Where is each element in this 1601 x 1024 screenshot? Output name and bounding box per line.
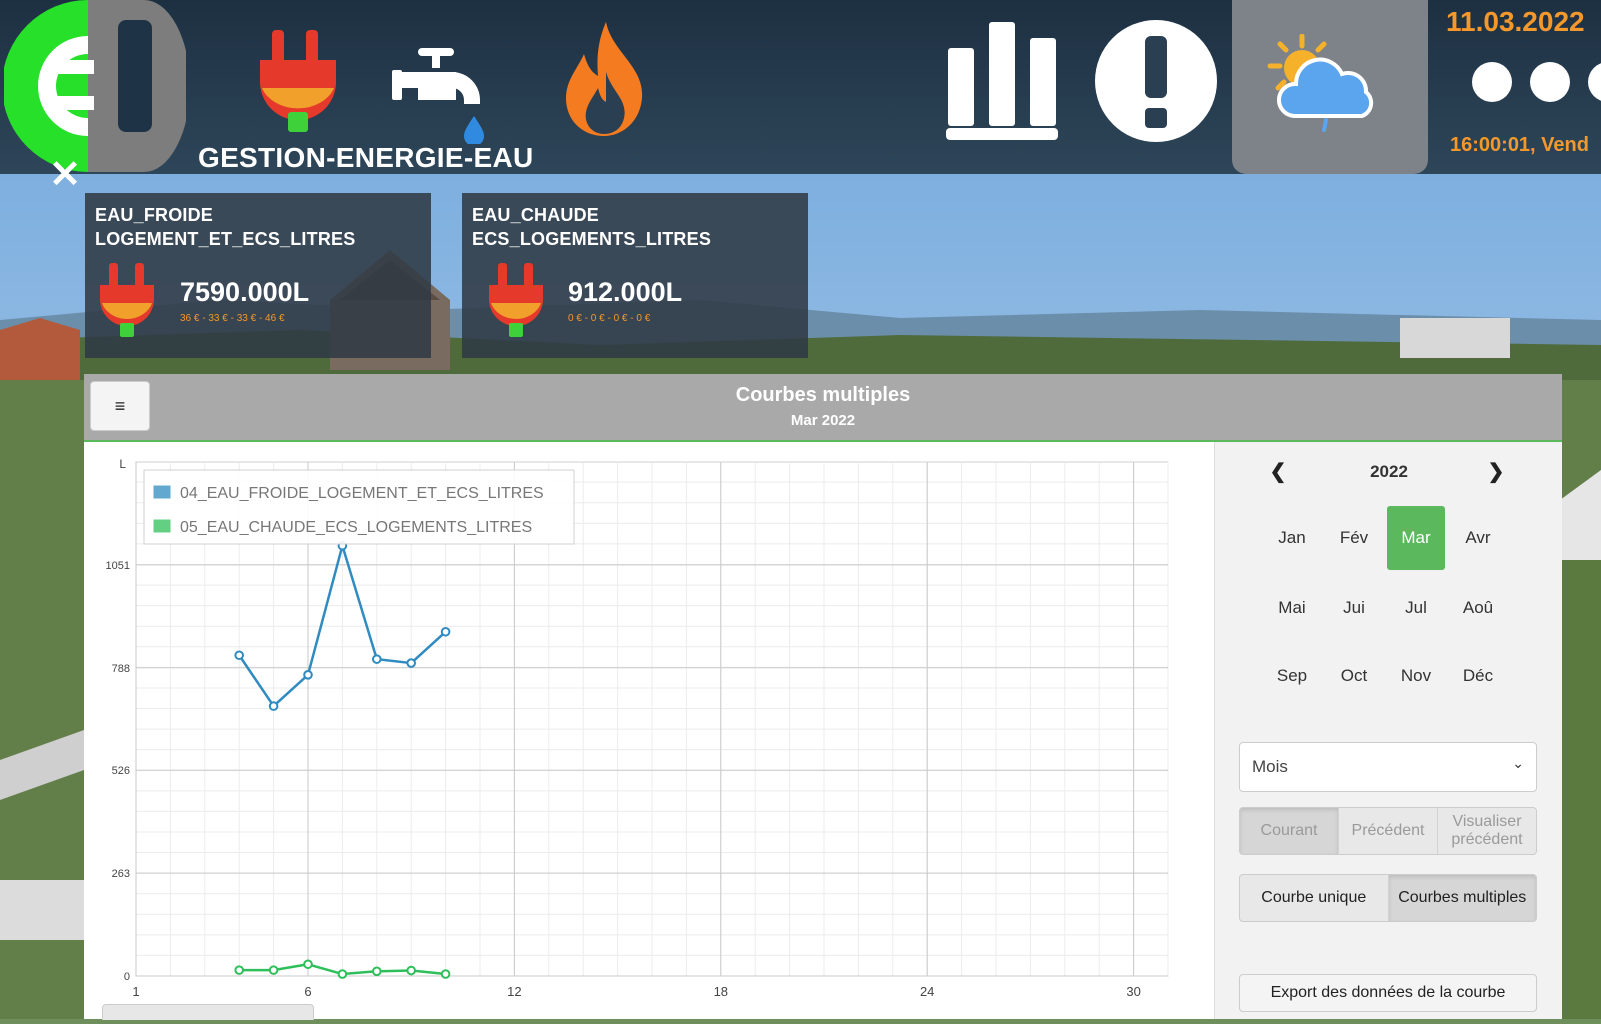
plug-icon: [489, 263, 543, 337]
data-point: [337, 969, 348, 979]
card-title: EAU_CHAUDE ECS_LOGEMENTS_LITRES: [472, 203, 711, 251]
data-point: [303, 669, 313, 680]
month-5[interactable]: Mai: [1263, 576, 1321, 640]
panel-title: Courbes multiples: [735, 384, 911, 406]
legend-label: 05_EAU_CHAUDE_ECS_LOGEMENTS_LITRES: [180, 519, 532, 536]
flame-icon[interactable]: [562, 22, 648, 136]
data-point: [303, 959, 313, 970]
time-display: 16:00:01, Vend: [1450, 134, 1589, 156]
y-tick-label: 263: [112, 868, 130, 880]
meter-card-cold-water[interactable]: EAU_FROIDE LOGEMENT_ET_ECS_LITRES 7590.0…: [85, 193, 431, 358]
single-curve-button[interactable]: Courbe unique: [1240, 875, 1389, 921]
month-11[interactable]: Nov: [1387, 644, 1445, 708]
water-tap-icon[interactable]: [392, 44, 488, 144]
x-tick-label: 18: [714, 984, 728, 999]
month-4[interactable]: Avr: [1449, 506, 1507, 570]
month-1[interactable]: Jan: [1263, 506, 1321, 570]
chevron-down-icon: ⌄: [1512, 755, 1524, 771]
card-value: 7590.000L: [180, 277, 310, 307]
export-data-button[interactable]: Export des données de la courbe: [1239, 974, 1537, 1012]
data-point: [372, 654, 382, 664]
view-previous-button[interactable]: Visualiser précédent: [1438, 808, 1536, 854]
plug-icon[interactable]: [258, 26, 338, 134]
weather-panel[interactable]: [1232, 0, 1428, 174]
data-point: [440, 969, 451, 979]
period-button-group: Courant Précédent Visualiser précédent: [1239, 807, 1537, 855]
bar-chart-icon[interactable]: [946, 22, 1058, 140]
card-title-line1: EAU_CHAUDE: [472, 205, 600, 225]
y-tick-label: 526: [112, 765, 130, 777]
next-year-button[interactable]: ❯: [1483, 458, 1509, 486]
legend-label: 04_EAU_FROIDE_LOGEMENT_ET_ECS_LITRES: [180, 485, 544, 502]
year-label: 2022: [1370, 462, 1408, 481]
x-tick-label: 30: [1126, 984, 1140, 999]
multiple-curves-button[interactable]: Courbes multiples: [1388, 875, 1536, 921]
month-3[interactable]: Mar: [1387, 506, 1445, 570]
month-6[interactable]: Jui: [1325, 576, 1383, 640]
more-dots-icon[interactable]: [1472, 62, 1512, 102]
panel-subtitle: Mar 2022: [790, 412, 856, 429]
period-sidebar: ❮ 2022 ❯ Jan Fév Mar Avr Mai Jui Jul Aoû Sep Oct N…: [1214, 442, 1562, 1019]
card-value: 912.000L: [568, 277, 683, 307]
current-button[interactable]: Courant: [1240, 808, 1339, 854]
data-point: [406, 658, 417, 668]
more-dots-icon[interactable]: [1530, 62, 1570, 102]
month-9[interactable]: Sep: [1263, 644, 1321, 708]
x-tick-label: 12: [507, 984, 521, 999]
y-tick-label: 1051: [106, 560, 130, 572]
data-point: [440, 626, 451, 637]
menu-button[interactable]: ≡: [90, 381, 150, 431]
card-costs: 0 € - 0 € - 0 € - 0 €: [568, 313, 651, 324]
y-axis-label: L: [119, 457, 126, 471]
x-tick-label: 24: [920, 984, 934, 999]
panel-header: Courbes multiples Mar 2022 ≡: [84, 374, 1562, 442]
x-tick-label: 6: [304, 984, 311, 999]
y-tick-label: 0: [124, 971, 130, 983]
data-point: [268, 701, 279, 711]
month-7[interactable]: Jul: [1387, 576, 1445, 640]
chart-legend: 04_EAU_FROIDE_LOGEMENT_ET_ECS_LITRES 05_E…: [143, 469, 575, 545]
more-dots-icon[interactable]: [1588, 62, 1601, 102]
card-title-line2: ECS_LOGEMENTS_LITRES: [472, 229, 712, 249]
data-point: [234, 650, 244, 661]
weather-icon: [1267, 34, 1374, 132]
card-title: EAU_FROIDE LOGEMENT_ET_ECS_LITRES: [95, 203, 355, 251]
month-2[interactable]: Fév: [1325, 506, 1383, 570]
top-bar: ✕ GESTION-ENERGIE-EAU 11.03.2022 16:00:0…: [0, 0, 1601, 194]
month-8[interactable]: Aoû: [1449, 576, 1507, 640]
plug-icon: [100, 263, 154, 337]
data-point: [406, 965, 417, 976]
line-chart[interactable]: 1 6 12 18 24 30 0 263 526 788 1051 L 04_EAU_FROIDE_L…: [84, 442, 1214, 1019]
bottom-tab[interactable]: [102, 1004, 314, 1020]
y-tick-label: 788: [112, 663, 130, 675]
chart-panel: Courbes multiples Mar 2022 ≡ 1 6 12 18 24 30 0…: [84, 374, 1562, 1020]
legend-swatch: [153, 485, 171, 499]
close-icon[interactable]: ✕: [48, 156, 82, 194]
card-title-line2: LOGEMENT_ET_ECS_LITRES: [95, 229, 356, 249]
data-point: [234, 965, 244, 975]
alert-icon[interactable]: [1095, 20, 1217, 142]
card-costs: 36 € - 33 € - 33 € - 46 €: [180, 313, 285, 324]
app-title: GESTION-ENERGIE-EAU: [198, 142, 534, 173]
legend-swatch: [153, 519, 171, 533]
month-12[interactable]: Déc: [1449, 644, 1507, 708]
previous-button[interactable]: Précédent: [1339, 808, 1438, 854]
chart-area: 1 6 12 18 24 30 0 263 526 788 1051 L 04_EAU_FROIDE_L…: [84, 442, 1214, 1019]
data-point: [372, 966, 382, 977]
logo-icon[interactable]: [4, 0, 186, 172]
period-select[interactable]: Mois ⌄: [1239, 742, 1537, 792]
x-tick-label: 1: [132, 984, 139, 999]
date-display: 11.03.2022: [1446, 6, 1585, 37]
month-10[interactable]: Oct: [1325, 644, 1383, 708]
card-title-line1: EAU_FROIDE: [95, 205, 214, 225]
mode-button-group: Courbe unique Courbes multiples: [1239, 874, 1537, 922]
data-point: [268, 965, 279, 975]
period-select-value: Mois: [1252, 757, 1288, 776]
meter-card-hot-water[interactable]: EAU_CHAUDE ECS_LOGEMENTS_LITRES 912.000L…: [462, 193, 808, 358]
